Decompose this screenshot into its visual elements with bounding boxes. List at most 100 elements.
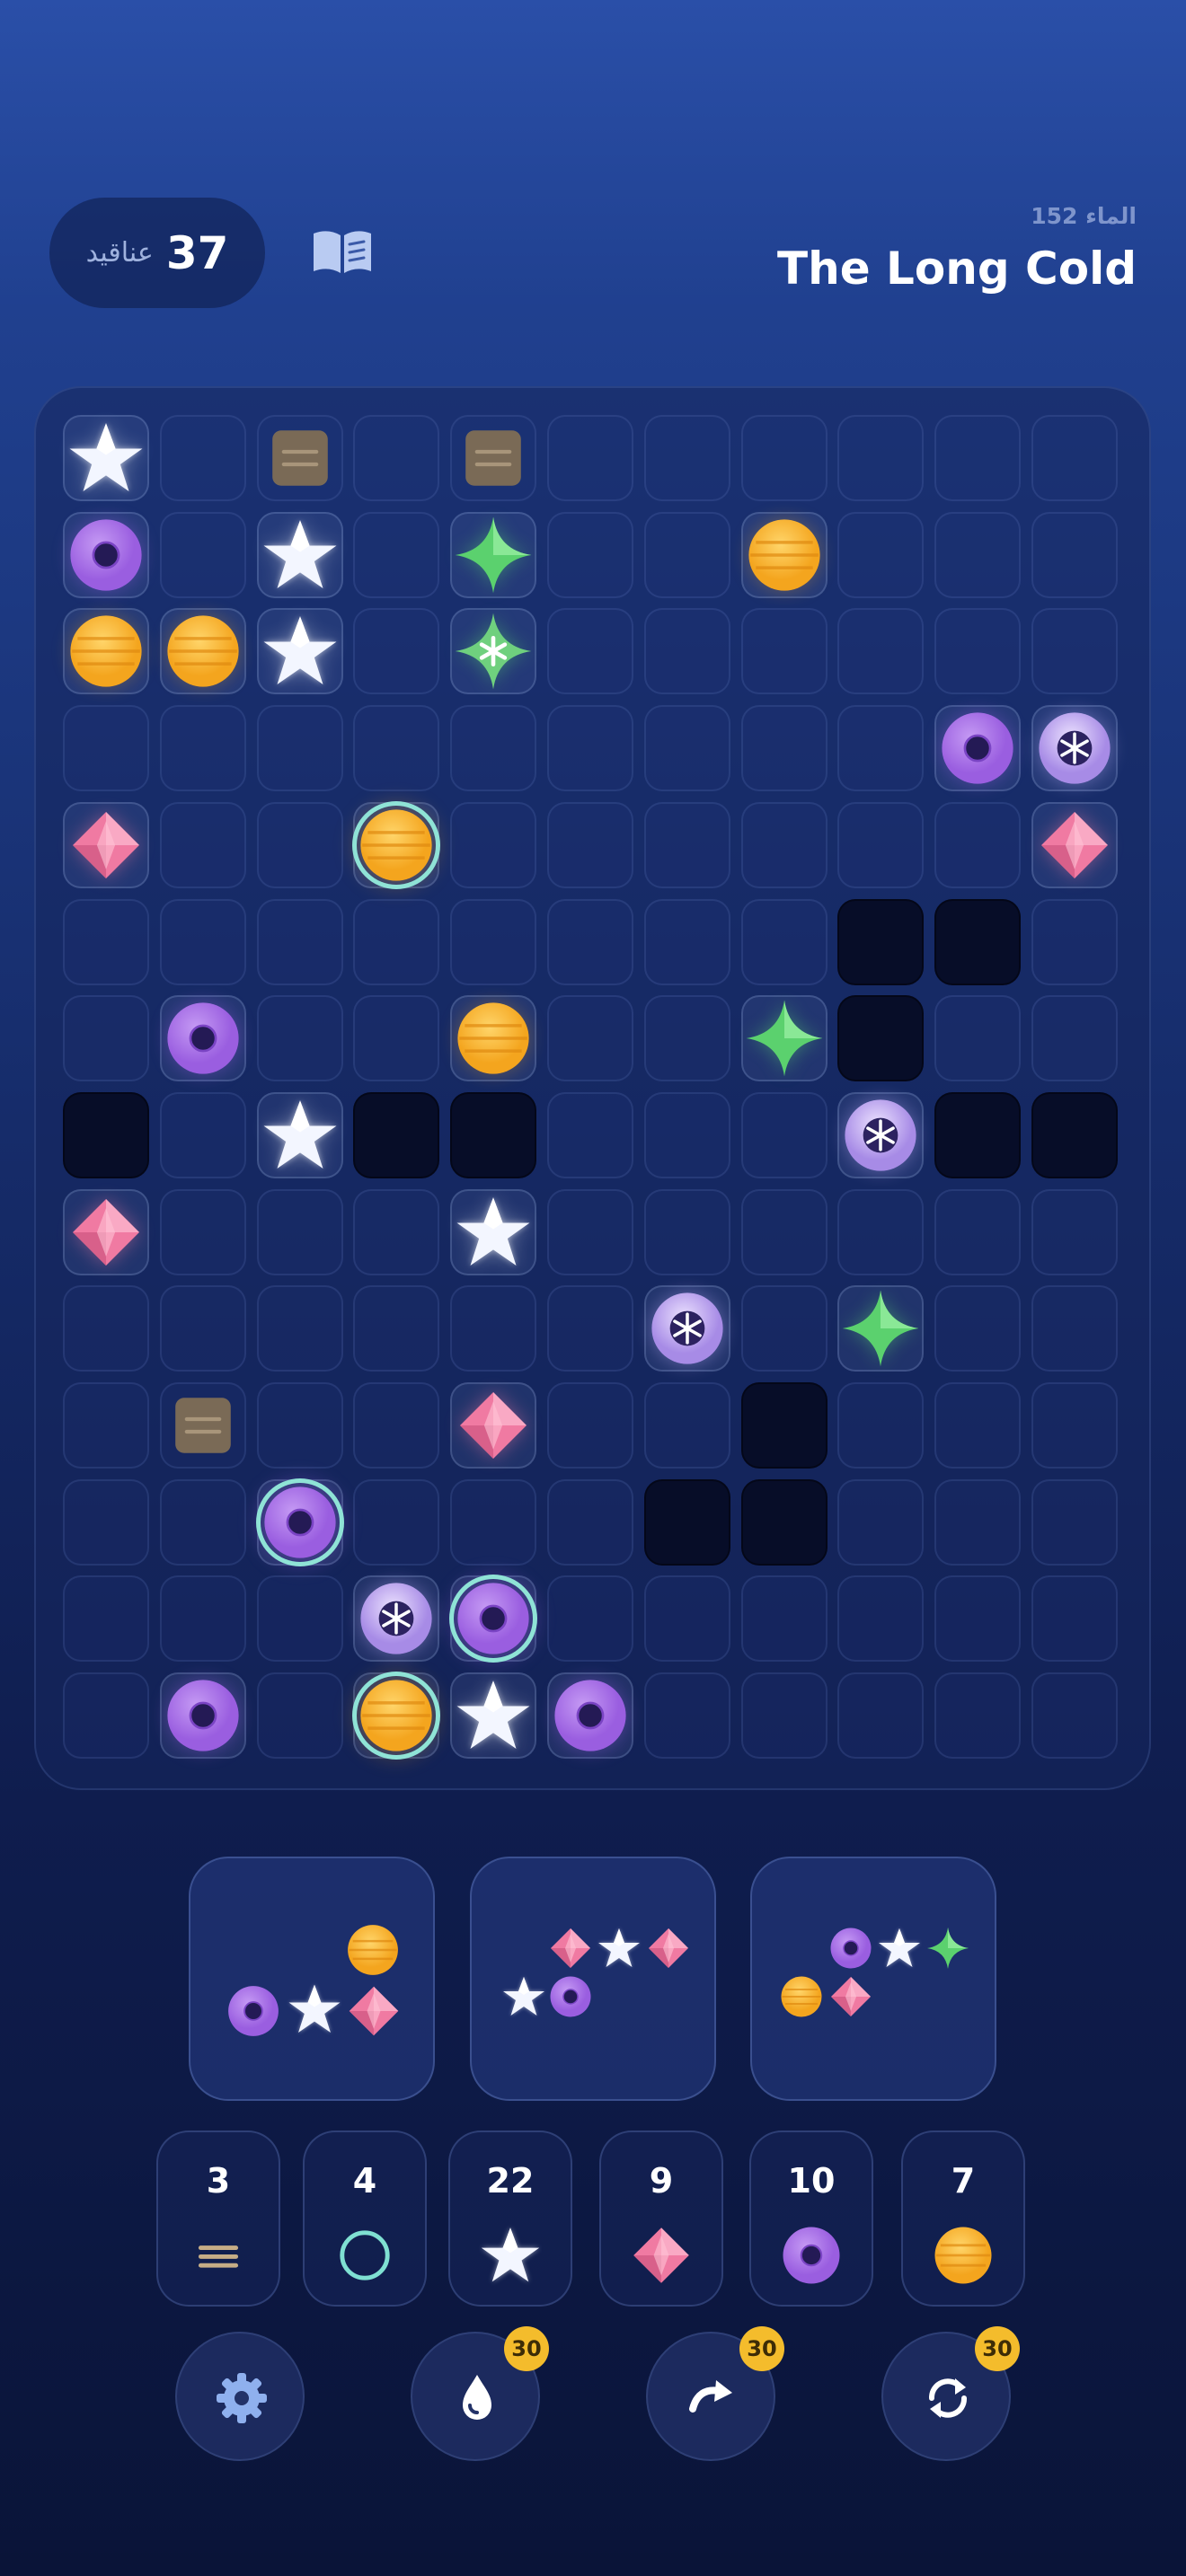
- board-cell[interactable]: [256, 705, 343, 792]
- orb-piece[interactable]: [164, 612, 243, 691]
- board-cell[interactable]: [643, 705, 730, 792]
- board-cell[interactable]: [547, 415, 633, 501]
- board-cell[interactable]: [547, 1575, 633, 1663]
- sparkle-piece[interactable]: [452, 514, 535, 596]
- board-cell[interactable]: [63, 1382, 149, 1469]
- board-cell[interactable]: [837, 1188, 925, 1275]
- settings-button[interactable]: [175, 2332, 305, 2461]
- board-cell[interactable]: [450, 1478, 537, 1566]
- board-cell[interactable]: [837, 1672, 925, 1760]
- board-cell-void[interactable]: [837, 898, 925, 985]
- board-cell[interactable]: [547, 705, 633, 792]
- piece-tray-1[interactable]: [189, 1857, 435, 2101]
- board-cell[interactable]: [353, 415, 440, 501]
- board-cell[interactable]: [63, 898, 149, 985]
- board-cell[interactable]: [256, 801, 343, 888]
- board-cell[interactable]: [740, 1285, 828, 1372]
- gem-piece[interactable]: [68, 807, 144, 883]
- board-cell[interactable]: [934, 1285, 1022, 1372]
- board-cell-void[interactable]: [740, 1382, 828, 1469]
- board-cell[interactable]: [353, 1382, 440, 1469]
- board-cell[interactable]: [353, 898, 440, 985]
- snowflake-piece[interactable]: [841, 1096, 920, 1175]
- board-cell[interactable]: [159, 511, 246, 598]
- piece-tray-3[interactable]: [750, 1857, 996, 2101]
- board-cell[interactable]: [353, 1188, 440, 1275]
- orb-piece[interactable]: [745, 516, 824, 595]
- board-cell[interactable]: [450, 801, 537, 888]
- board-cell[interactable]: [1031, 1672, 1118, 1760]
- board-cell[interactable]: [740, 705, 828, 792]
- board-cell[interactable]: [353, 511, 440, 598]
- board-cell[interactable]: [1031, 1382, 1118, 1469]
- board-cell[interactable]: [934, 415, 1022, 501]
- board-cell[interactable]: [63, 1478, 149, 1566]
- board-cell[interactable]: [256, 1382, 343, 1469]
- board-cell[interactable]: [740, 1672, 828, 1760]
- board-cell[interactable]: [934, 995, 1022, 1082]
- board-cell[interactable]: [1031, 1188, 1118, 1275]
- ring-piece[interactable]: [164, 999, 243, 1078]
- snowflake-piece[interactable]: [1035, 709, 1114, 788]
- board-cell[interactable]: [837, 1478, 925, 1566]
- crate-piece[interactable]: [172, 1394, 235, 1457]
- board-cell[interactable]: [643, 415, 730, 501]
- board-cell[interactable]: [547, 1285, 633, 1372]
- board-cell[interactable]: [547, 1478, 633, 1566]
- board-cell-void[interactable]: [740, 1478, 828, 1566]
- board-cell[interactable]: [837, 801, 925, 888]
- ring-piece-iced[interactable]: [454, 1579, 533, 1658]
- board-cell[interactable]: [547, 1382, 633, 1469]
- board-cell[interactable]: [643, 898, 730, 985]
- board-cell[interactable]: [934, 511, 1022, 598]
- board-cell[interactable]: [643, 1188, 730, 1275]
- board-cell[interactable]: [934, 608, 1022, 695]
- board-cell[interactable]: [837, 705, 925, 792]
- board-cell[interactable]: [450, 898, 537, 985]
- board-cell[interactable]: [547, 995, 633, 1082]
- book-icon[interactable]: [310, 225, 375, 278]
- gem-piece[interactable]: [68, 1195, 144, 1270]
- ring-piece[interactable]: [938, 709, 1017, 788]
- board-cell[interactable]: [159, 1575, 246, 1663]
- snowflake-piece[interactable]: [357, 1579, 436, 1658]
- board-cell-void[interactable]: [934, 898, 1022, 985]
- board-cell[interactable]: [547, 801, 633, 888]
- star-piece[interactable]: [66, 419, 146, 498]
- board-cell[interactable]: [547, 1091, 633, 1178]
- game-board[interactable]: [34, 386, 1151, 1790]
- orb-piece[interactable]: [66, 612, 146, 691]
- board-cell[interactable]: [547, 1188, 633, 1275]
- board-cell[interactable]: [159, 1188, 246, 1275]
- orb-piece-iced[interactable]: [357, 1676, 436, 1755]
- board-cell-void[interactable]: [934, 1091, 1022, 1178]
- board-cell[interactable]: [63, 1575, 149, 1663]
- gem-piece[interactable]: [1037, 807, 1112, 883]
- board-cell[interactable]: [547, 511, 633, 598]
- board-cell[interactable]: [837, 1575, 925, 1663]
- board-cell[interactable]: [740, 898, 828, 985]
- board-cell[interactable]: [256, 1672, 343, 1760]
- board-cell[interactable]: [934, 1188, 1022, 1275]
- crate-piece[interactable]: [462, 427, 525, 490]
- board-cell[interactable]: [1031, 995, 1118, 1082]
- orb-piece[interactable]: [454, 999, 533, 1078]
- board-cell[interactable]: [159, 415, 246, 501]
- sparkle-piece-frozen[interactable]: [452, 610, 535, 693]
- redo-button[interactable]: 30: [646, 2326, 784, 2461]
- sparkle-piece[interactable]: [743, 997, 826, 1080]
- board-cell[interactable]: [547, 898, 633, 985]
- board-cell-void[interactable]: [63, 1091, 149, 1178]
- board-cell-void[interactable]: [837, 995, 925, 1082]
- ring-piece[interactable]: [551, 1676, 630, 1755]
- board-cell[interactable]: [837, 1382, 925, 1469]
- board-cell-void[interactable]: [353, 1091, 440, 1178]
- board-cell[interactable]: [837, 511, 925, 598]
- board-cell[interactable]: [643, 1091, 730, 1178]
- board-cell[interactable]: [159, 1285, 246, 1372]
- board-cell[interactable]: [643, 1575, 730, 1663]
- star-piece[interactable]: [454, 1676, 533, 1755]
- board-cell[interactable]: [837, 608, 925, 695]
- ring-piece-iced[interactable]: [261, 1483, 340, 1562]
- board-cell[interactable]: [1031, 608, 1118, 695]
